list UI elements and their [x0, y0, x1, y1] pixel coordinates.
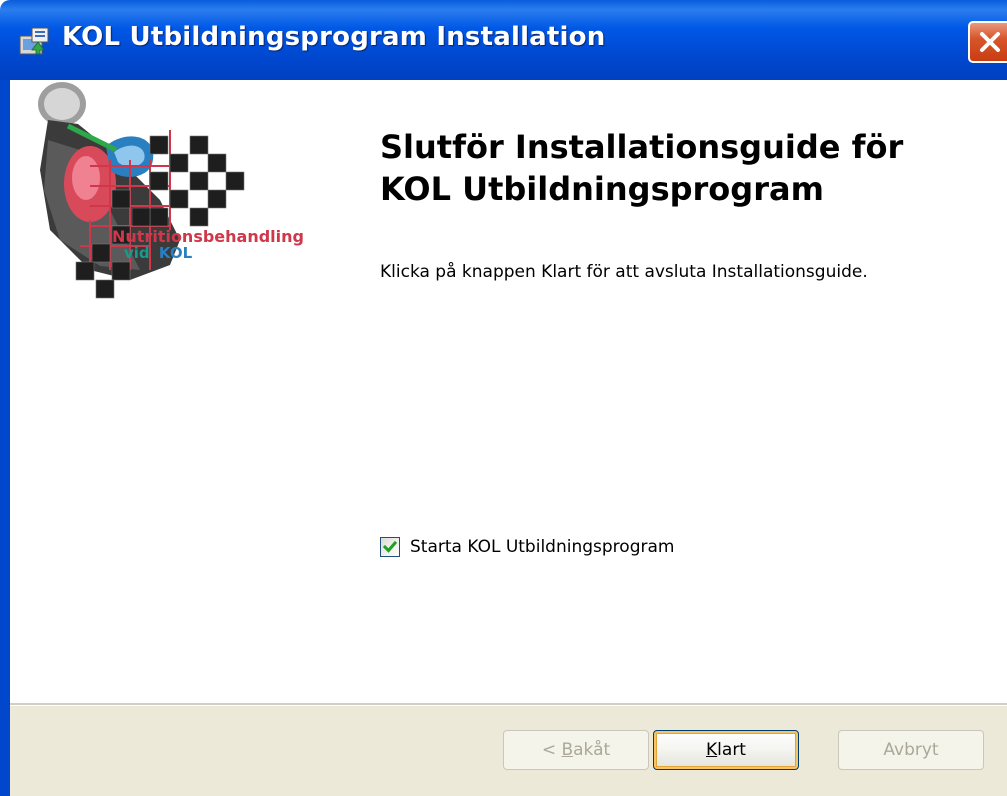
- wizard-description: Klicka på knappen Klart för att avsluta …: [380, 262, 868, 282]
- window-border: [0, 80, 10, 796]
- checkmark-icon: [382, 540, 398, 553]
- finish-button[interactable]: Klart: [653, 730, 799, 770]
- close-icon: [980, 32, 1000, 52]
- back-button-mnemonic: B: [561, 740, 574, 760]
- logo-text-kol: KOL: [159, 244, 193, 262]
- back-button[interactable]: < Bakåt: [503, 730, 649, 770]
- back-button-prefix: <: [541, 740, 562, 760]
- heading-line-1: Slutför Installationsguide för: [380, 128, 904, 166]
- finish-button-rest: lart: [717, 740, 746, 760]
- installer-window: KOL Utbildningsprogram Installation Nutr…: [0, 0, 1007, 796]
- back-button-rest: akåt: [573, 740, 611, 760]
- finish-button-mnemonic: K: [706, 740, 718, 760]
- window-title: KOL Utbildningsprogram Installation: [62, 22, 606, 52]
- installer-icon: [19, 27, 49, 55]
- nutrition-logo: Nutritionsbehandling vid KOL: [38, 82, 304, 299]
- close-button[interactable]: [968, 21, 1007, 63]
- title-bar[interactable]: KOL Utbildningsprogram Installation: [0, 0, 1007, 80]
- launch-checkbox-label[interactable]: Starta KOL Utbildningsprogram: [410, 537, 674, 557]
- cancel-button[interactable]: Avbryt: [838, 730, 984, 770]
- launch-checkbox[interactable]: [380, 537, 400, 557]
- wizard-heading: Slutför Installationsguide för KOL Utbil…: [380, 126, 1000, 210]
- heading-line-2: KOL Utbildningsprogram: [380, 170, 824, 208]
- launch-checkbox-row[interactable]: Starta KOL Utbildningsprogram: [380, 534, 674, 560]
- svg-text:vid KOL: vid KOL: [124, 244, 193, 262]
- logo-text-vid: vid: [124, 244, 150, 262]
